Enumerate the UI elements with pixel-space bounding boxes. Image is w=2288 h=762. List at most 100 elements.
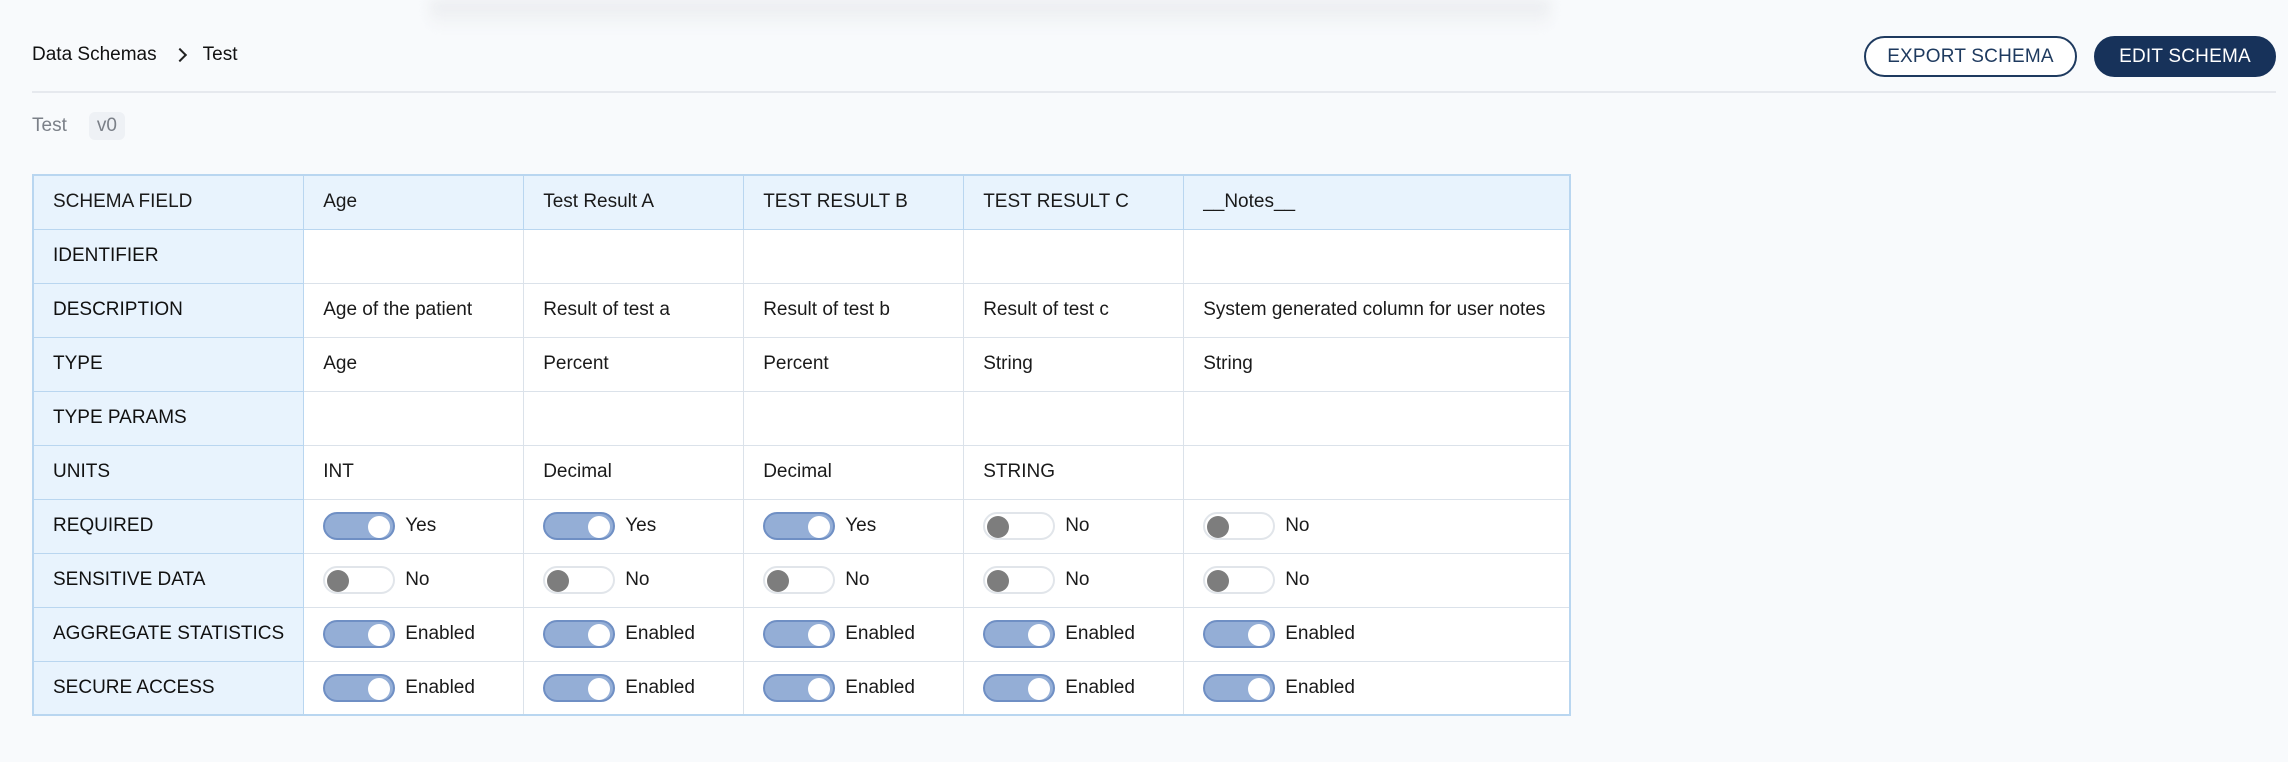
table-row: DESCRIPTION Age of the patient Result of… bbox=[32, 282, 1571, 338]
aggregate-statistics-toggle[interactable] bbox=[543, 620, 616, 648]
toggle-knob bbox=[1248, 677, 1271, 700]
header-cell: SCHEMA FIELD bbox=[32, 174, 305, 230]
toggle-label: No bbox=[625, 569, 650, 590]
toggle-knob bbox=[368, 624, 391, 646]
toggle-knob bbox=[987, 570, 1010, 592]
version-badge: v0 bbox=[88, 112, 125, 140]
toggle-knob bbox=[588, 516, 611, 538]
toggle-label: Enabled bbox=[405, 623, 475, 644]
toggle-knob bbox=[987, 516, 1010, 538]
sensitive-data-toggle[interactable] bbox=[323, 566, 396, 594]
table-cell bbox=[303, 228, 525, 284]
table-cell: String bbox=[963, 336, 1185, 392]
toggle-cell: No bbox=[303, 552, 525, 608]
table-cell bbox=[523, 390, 745, 446]
header-cell: TEST RESULT B bbox=[743, 174, 965, 230]
schema-meta: Test v0 bbox=[32, 112, 125, 140]
table-row: SENSITIVE DATA No No No No No bbox=[32, 552, 1571, 608]
toggle-label: No bbox=[845, 569, 870, 590]
table-cell bbox=[523, 228, 745, 284]
aggregate-statistics-toggle[interactable] bbox=[1203, 620, 1276, 648]
toggle-label: Enabled bbox=[405, 676, 475, 698]
aggregate-statistics-toggle[interactable] bbox=[763, 620, 836, 648]
toggle-cell: No bbox=[743, 552, 965, 608]
toggle-label: Yes bbox=[405, 515, 437, 536]
toggle-label: No bbox=[1065, 515, 1090, 536]
toggle-knob bbox=[808, 516, 831, 538]
row-label: IDENTIFIER bbox=[32, 228, 305, 284]
export-schema-button[interactable]: EXPORT SCHEMA bbox=[1864, 36, 2077, 77]
secure-access-toggle[interactable] bbox=[1203, 673, 1276, 702]
table-cell bbox=[743, 390, 965, 446]
table-cell bbox=[963, 228, 1185, 284]
toggle-label: No bbox=[1285, 569, 1310, 590]
table-row: IDENTIFIER bbox=[32, 228, 1571, 284]
breadcrumb: Data Schemas Test bbox=[32, 44, 237, 66]
toggle-knob bbox=[808, 677, 831, 700]
toggle-knob bbox=[1028, 677, 1051, 700]
header-cell: __Notes__ bbox=[1183, 174, 1571, 230]
edit-schema-button[interactable]: EDIT SCHEMA bbox=[2094, 36, 2276, 77]
table-cell: Percent bbox=[743, 336, 965, 392]
aggregate-statistics-toggle[interactable] bbox=[323, 620, 396, 648]
toggle-label: Enabled bbox=[625, 676, 695, 698]
secure-access-toggle[interactable] bbox=[543, 673, 616, 702]
table-cell: System generated column for user notes bbox=[1183, 282, 1571, 338]
toggle-cell: Enabled bbox=[963, 660, 1185, 716]
toggle-cell: No bbox=[1183, 552, 1571, 608]
sensitive-data-toggle[interactable] bbox=[763, 566, 836, 594]
table-cell bbox=[1183, 228, 1571, 284]
secure-access-toggle[interactable] bbox=[983, 673, 1056, 702]
secure-access-toggle[interactable] bbox=[763, 673, 836, 702]
toggle-cell: Enabled bbox=[743, 606, 965, 662]
toggle-cell: Yes bbox=[303, 498, 525, 554]
required-toggle[interactable] bbox=[1203, 512, 1276, 540]
breadcrumb-root[interactable]: Data Schemas bbox=[32, 44, 157, 66]
required-toggle[interactable] bbox=[323, 512, 396, 540]
toggle-knob bbox=[368, 516, 391, 538]
header-actions: EXPORT SCHEMA EDIT SCHEMA bbox=[1864, 36, 2276, 77]
table-cell bbox=[1183, 390, 1571, 446]
table-cell: Decimal bbox=[743, 444, 965, 500]
table-cell: Age bbox=[303, 336, 525, 392]
table-cell: Decimal bbox=[523, 444, 745, 500]
table-row: UNITS INT Decimal Decimal STRING bbox=[32, 444, 1571, 500]
row-label: SECURE ACCESS bbox=[32, 660, 305, 716]
required-toggle[interactable] bbox=[543, 512, 616, 540]
toggle-knob bbox=[1207, 516, 1230, 538]
toggle-label: Enabled bbox=[845, 676, 915, 698]
table-row: AGGREGATE STATISTICS Enabled Enabled Ena… bbox=[32, 606, 1571, 662]
table-cell bbox=[1183, 444, 1571, 500]
row-label: TYPE PARAMS bbox=[32, 390, 305, 446]
toggle-knob bbox=[767, 570, 790, 592]
header-cell: Age bbox=[303, 174, 525, 230]
chevron-right-icon bbox=[172, 47, 187, 63]
toggle-cell: Enabled bbox=[1183, 660, 1571, 716]
toggle-knob bbox=[588, 624, 611, 646]
sensitive-data-toggle[interactable] bbox=[543, 566, 616, 594]
toggle-label: Enabled bbox=[1065, 623, 1135, 644]
table-cell: Percent bbox=[523, 336, 745, 392]
toggle-label: Yes bbox=[625, 515, 657, 536]
toggle-label: Enabled bbox=[845, 623, 915, 644]
schema-name: Test bbox=[32, 115, 67, 136]
toggle-cell: Enabled bbox=[963, 606, 1185, 662]
table-cell: Age of the patient bbox=[303, 282, 525, 338]
toggle-cell: No bbox=[1183, 498, 1571, 554]
toggle-knob bbox=[808, 624, 831, 646]
toggle-knob bbox=[1028, 624, 1051, 646]
aggregate-statistics-toggle[interactable] bbox=[983, 620, 1056, 648]
table-cell bbox=[743, 228, 965, 284]
toggle-cell: Yes bbox=[743, 498, 965, 554]
table-cell: Result of test c bbox=[963, 282, 1185, 338]
secure-access-toggle[interactable] bbox=[323, 673, 396, 702]
required-toggle[interactable] bbox=[983, 512, 1056, 540]
row-label: DESCRIPTION bbox=[32, 282, 305, 338]
sensitive-data-toggle[interactable] bbox=[1203, 566, 1276, 594]
required-toggle[interactable] bbox=[763, 512, 836, 540]
toggle-knob bbox=[327, 570, 350, 592]
table-header-row: SCHEMA FIELD Age Test Result A TEST RESU… bbox=[32, 174, 1571, 230]
toggle-cell: Enabled bbox=[303, 606, 525, 662]
toggle-label: Enabled bbox=[625, 623, 695, 644]
sensitive-data-toggle[interactable] bbox=[983, 566, 1056, 594]
